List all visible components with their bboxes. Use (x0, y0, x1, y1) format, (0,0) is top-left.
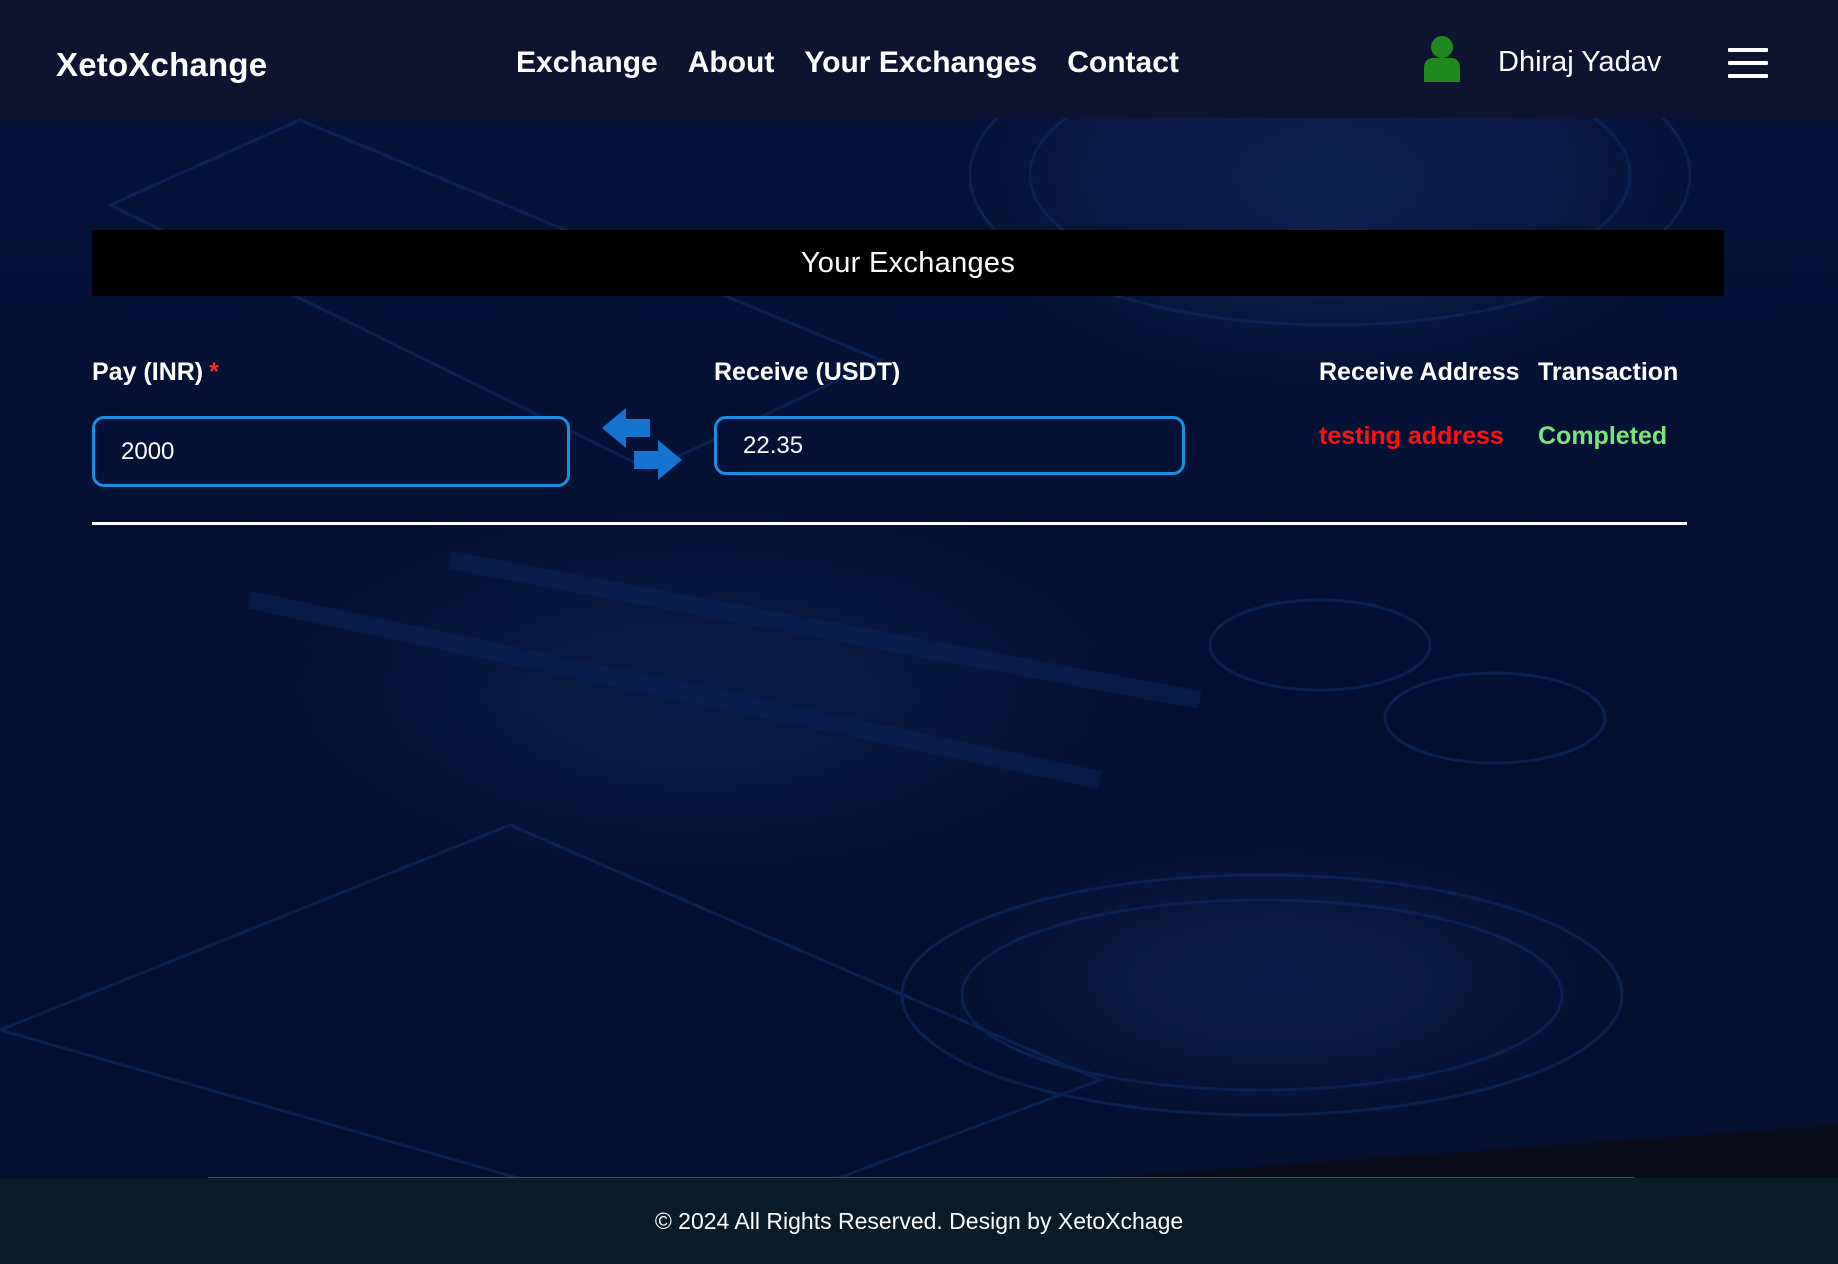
footer: © 2024 All Rights Reserved. Design by Xe… (0, 1178, 1838, 1264)
transaction-status: Completed (1538, 422, 1668, 450)
nav-exchange[interactable]: Exchange (516, 46, 658, 80)
pay-amount-input[interactable] (92, 416, 570, 487)
swap-arrows-icon[interactable] (600, 406, 684, 482)
receive-address-header: Receive Address (1319, 358, 1520, 386)
transaction-header: Transaction (1538, 358, 1679, 386)
brand-logo[interactable]: XetoXchange (56, 46, 267, 84)
pay-label: Pay (INR) * (92, 358, 219, 386)
receive-address-value: testing address (1319, 422, 1504, 450)
receive-amount-input[interactable] (714, 416, 1185, 475)
nav-your-exchanges[interactable]: Your Exchanges (804, 46, 1037, 80)
receive-label: Receive (USDT) (714, 358, 901, 386)
user-menu[interactable] (1422, 34, 1462, 82)
required-mark: * (209, 358, 219, 386)
nav-contact[interactable]: Contact (1067, 46, 1179, 80)
top-navbar: XetoXchange Exchange About Your Exchange… (0, 0, 1838, 118)
copyright-text: © 2024 All Rights Reserved. Design by Xe… (654, 1207, 1184, 1234)
user-name[interactable]: Dhiraj Yadav (1498, 46, 1661, 79)
nav-about[interactable]: About (688, 46, 775, 80)
page-title: Your Exchanges (800, 246, 1016, 279)
main-nav: Exchange About Your Exchanges Contact (516, 46, 1179, 80)
background-artwork (0, 0, 1838, 1264)
hamburger-menu-icon[interactable] (1728, 48, 1768, 80)
user-icon (1424, 36, 1460, 82)
page-title-bar: Your Exchanges (92, 230, 1724, 296)
row-divider (92, 522, 1687, 525)
